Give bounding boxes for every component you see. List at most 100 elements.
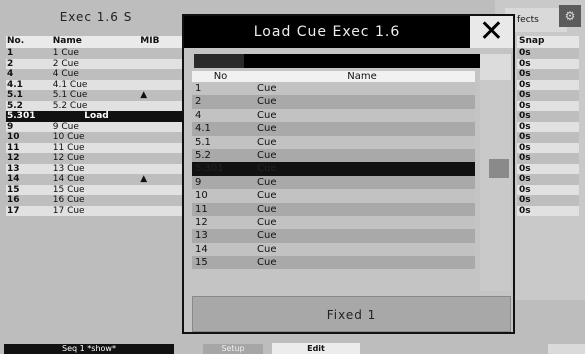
scroll-up-button[interactable]	[480, 54, 511, 80]
list-item[interactable]: 9 Cue	[192, 175, 475, 190]
snap-value: 0s	[517, 174, 579, 185]
table-row[interactable]: 11 11 Cue	[6, 142, 186, 154]
list-item[interactable]: 15 Cue	[192, 256, 475, 270]
cell-no: 9	[7, 121, 14, 132]
list-item[interactable]: 5.1 Cue	[192, 135, 475, 149]
cell-name: Cue	[257, 109, 277, 121]
cell-name: 14 Cue	[52, 174, 85, 184]
table-row[interactable]: 15 15 Cue	[6, 184, 186, 195]
cell-no: 13	[7, 163, 20, 174]
cell-mib: ▲	[140, 174, 148, 184]
search-input-cursor	[194, 54, 244, 68]
list-item[interactable]: 10 Cue	[192, 189, 475, 203]
snap-values: 0s 0s 0s 0s 0s 0s 0s 0s 0s 0s 0s 0s 0s 0s 0s 0s	[517, 48, 579, 216]
list-item[interactable]: 2 Cue	[192, 95, 475, 109]
cell-name: Cue	[257, 163, 277, 175]
table-row[interactable]: 12 12 Cue	[6, 153, 186, 164]
table-row[interactable]: 5.1 5.1 Cue ▲	[6, 90, 186, 101]
cell-name: 13 Cue	[52, 163, 85, 174]
snap-value: 0s	[517, 205, 579, 216]
cell-name: 5.1 Cue	[52, 90, 88, 100]
list-item[interactable]: 1 Cue	[192, 82, 475, 96]
snap-value: 0s	[517, 79, 579, 90]
cell-name: 15 Cue	[52, 184, 85, 195]
cell-name: Cue	[257, 83, 277, 94]
list-item[interactable]: 11 Cue	[192, 202, 475, 216]
list-item[interactable]: 12 Cue	[192, 215, 475, 230]
list-item[interactable]: 13 Cue	[192, 229, 475, 243]
cell-no: 17	[7, 205, 20, 216]
table-row[interactable]: 14 14 Cue ▲	[6, 174, 186, 185]
cell-name: Cue	[257, 176, 277, 188]
cell-mib	[140, 69, 186, 80]
cell-name: 10 Cue	[52, 132, 85, 142]
cell-name: Cue	[257, 230, 277, 242]
cell-no: 5.301	[7, 111, 36, 121]
cell-no: 12	[7, 153, 20, 163]
table-row[interactable]: 16 16 Cue	[6, 195, 186, 206]
cue-list-body: 1 Cue 2 Cue 4 Cue 4.1 Cue 5.1 Cue 5.2 Cue 5.301 Cue 9 C…	[192, 82, 475, 270]
cue-table: No. Name MIB 11 Cue 2 2 Cue 4 4 Cue 4.1 4.1 Cu…	[6, 36, 186, 216]
cell-no: 2	[7, 58, 14, 69]
cell-no: 5.1	[7, 90, 23, 100]
list-item[interactable]: 5.301 Cue	[192, 162, 475, 176]
tools-icon[interactable]: ⚙	[559, 5, 581, 27]
list-item[interactable]: 4 Cue	[192, 108, 475, 123]
cell-mib: ▲	[140, 90, 148, 100]
cell-no: 4.1	[195, 123, 211, 135]
cell-name: Cue	[257, 203, 277, 215]
cell-no: 14	[7, 174, 20, 184]
snap-header: Snap	[517, 36, 579, 48]
setup-tab[interactable]: Setup	[203, 344, 263, 354]
cell-mib	[140, 153, 186, 164]
scrollbar-thumb[interactable]	[489, 159, 509, 178]
fixed-button[interactable]: Fixed 1	[192, 296, 511, 332]
cell-mib	[140, 59, 186, 70]
cell-mib	[140, 48, 186, 59]
cell-no: 5.1	[195, 136, 211, 148]
table-row[interactable]: 9 9 Cue	[6, 121, 186, 132]
cell-no: 16	[7, 195, 20, 205]
table-row[interactable]: 4.1 4.1 Cue	[6, 79, 186, 90]
snap-value: 0s	[517, 100, 579, 111]
snap-value: 0s	[517, 90, 579, 101]
close-icon[interactable]: ✕	[470, 16, 513, 48]
list-item[interactable]: 5.2 Cue	[192, 148, 475, 163]
cell-no: 11	[7, 142, 20, 153]
cell-name: 4.1 Cue	[52, 79, 88, 90]
bottom-right-tab[interactable]	[548, 344, 585, 354]
cell-no: 15	[7, 184, 20, 195]
table-row[interactable]: 1 1 Cue	[6, 48, 186, 59]
snap-value: 0s	[517, 163, 579, 174]
snap-column: Snap 0s 0s 0s 0s 0s 0s 0s 0s 0s 0s 0s 0s 0s 0s 0s 0s	[517, 36, 579, 216]
cell-no: 14	[195, 243, 208, 255]
list-item[interactable]: 4.1 Cue	[192, 122, 475, 136]
cell-no: 9	[195, 176, 202, 188]
cell-no: 1	[7, 48, 14, 58]
snap-value: 0s	[517, 153, 579, 164]
cell-name: 1 Cue	[52, 48, 79, 58]
cell-name: Cue	[257, 136, 277, 148]
cell-no: 5.2	[195, 149, 211, 161]
header-no: No	[213, 71, 228, 82]
snap-value: 0s	[517, 121, 579, 132]
snap-value: 0s	[517, 48, 579, 59]
table-row[interactable]: 5.301 Load	[6, 111, 186, 122]
cell-mib	[140, 206, 186, 217]
table-row[interactable]: 17 17 Cue	[6, 205, 186, 217]
cell-no: 13	[195, 230, 208, 242]
cell-mib	[140, 143, 186, 154]
table-row[interactable]: 5.2 5.2 Cue	[6, 100, 186, 111]
snap-value: 0s	[517, 132, 579, 143]
cell-no: 4.1	[7, 79, 23, 90]
list-item[interactable]: 14 Cue	[192, 242, 475, 257]
cell-mib	[140, 132, 186, 143]
edit-tab[interactable]: Edit	[272, 343, 360, 354]
cell-name: 17 Cue	[52, 205, 85, 216]
cell-name: Cue	[257, 257, 277, 269]
table-row[interactable]: 10 10 Cue	[6, 132, 186, 143]
table-row[interactable]: 13 13 Cue	[6, 163, 186, 174]
dialog-title: Load Cue Exec 1.6	[184, 16, 470, 48]
table-row[interactable]: 2 2 Cue	[6, 58, 186, 70]
table-row[interactable]: 4 4 Cue	[6, 69, 186, 80]
